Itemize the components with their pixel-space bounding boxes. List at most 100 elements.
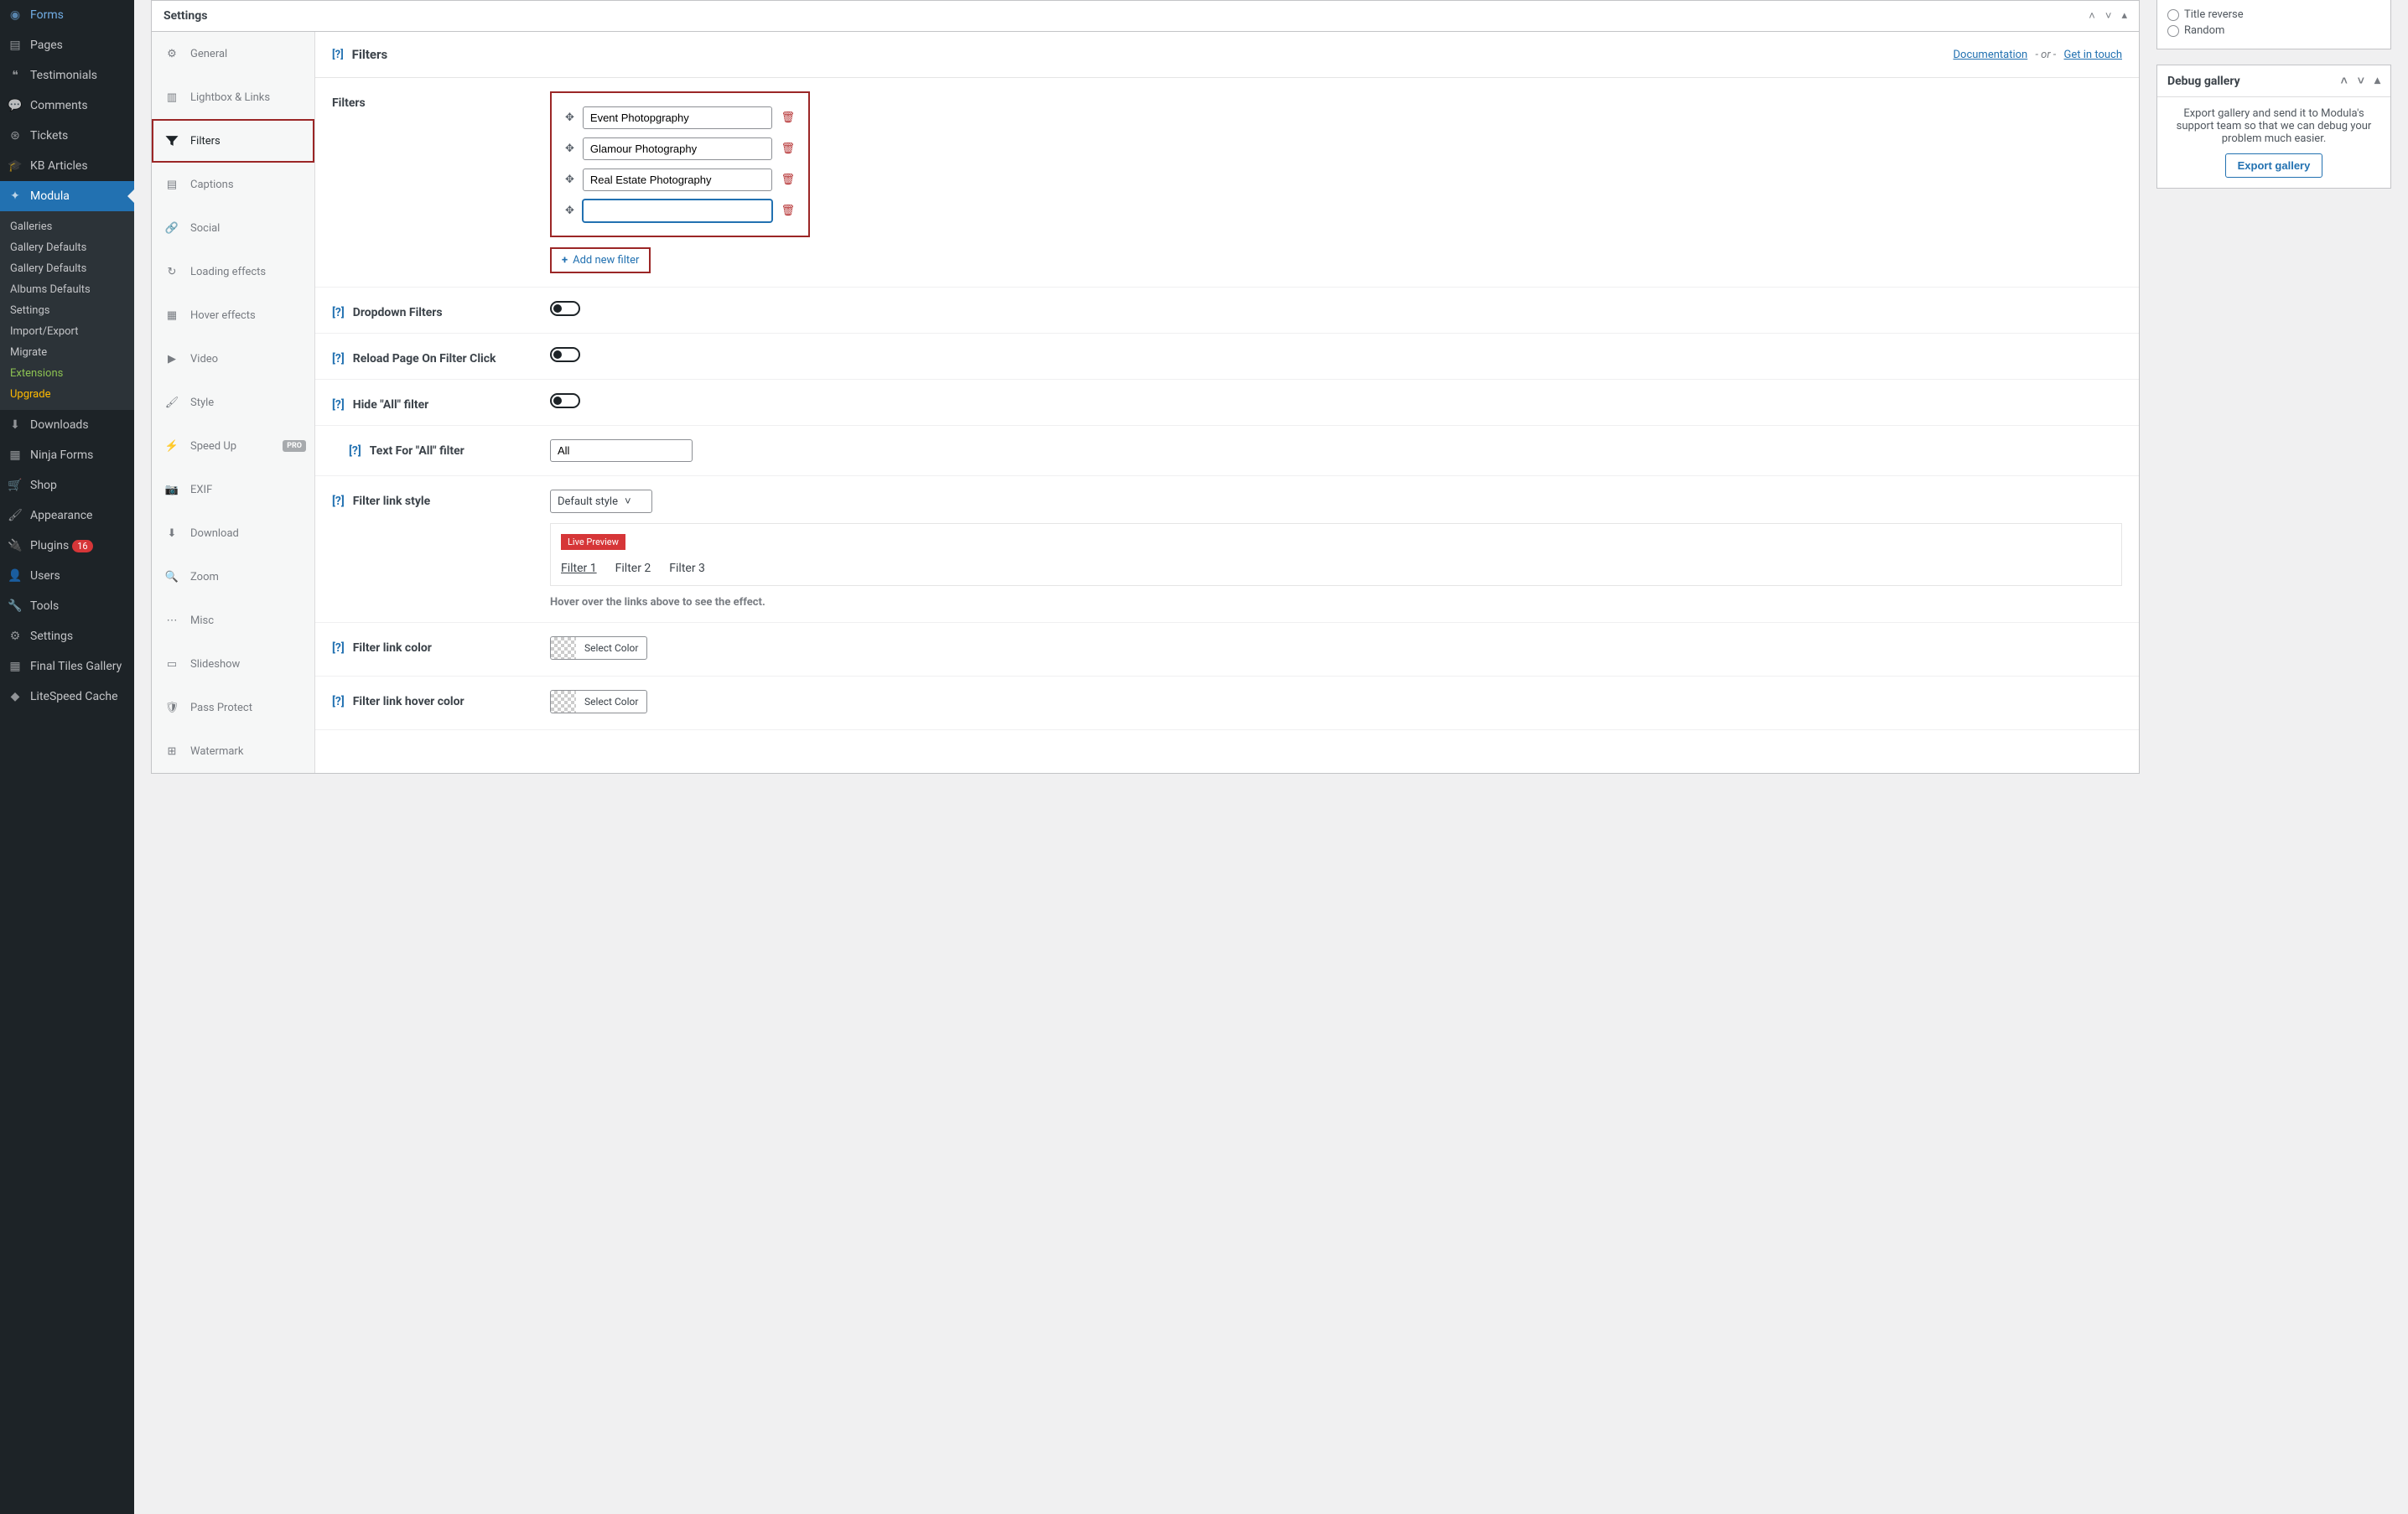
drag-icon[interactable]: ✥ [565,111,574,124]
menu-shop[interactable]: 🛒Shop [0,470,134,500]
tab-zoom[interactable]: 🔍Zoom [152,555,314,599]
collapse-icon[interactable]: ▴ [2374,74,2380,88]
download-icon: ⬇ [7,417,23,433]
link-hover-color-picker[interactable]: Select Color [550,690,647,713]
text-all-label: Text For "All" filter [370,444,464,458]
dropdown-toggle[interactable] [550,301,580,316]
filter-input-4[interactable] [583,200,773,222]
menu-pages[interactable]: ▤Pages [0,30,134,60]
tab-style[interactable]: 🖌Style [152,381,314,424]
tab-misc[interactable]: ⋯Misc [152,599,314,642]
menu-tickets[interactable]: ⊛Tickets [0,121,134,151]
menu-forms[interactable]: ◉Forms [0,0,134,30]
tab-exif[interactable]: 📷EXIF [152,468,314,511]
drag-icon[interactable]: ✥ [565,143,574,155]
hide-all-toggle[interactable] [550,393,580,408]
delete-icon[interactable]: 🗑 [781,111,795,124]
menu-appearance[interactable]: 🖌Appearance [0,500,134,531]
tab-lightbox[interactable]: ▥Lightbox & Links [152,75,314,119]
move-down-icon[interactable]: ˅ [2105,9,2112,23]
filter-input-2[interactable] [583,137,773,160]
tab-slideshow[interactable]: ▭Slideshow [152,642,314,686]
menu-users[interactable]: 👤Users [0,561,134,591]
menu-testimonials[interactable]: ❝Testimonials [0,60,134,91]
preview-filter-1[interactable]: Filter 1 [561,562,597,575]
help-icon[interactable]: [?] [332,398,345,412]
export-gallery-button[interactable]: Export gallery [2225,153,2323,178]
sort-title-reverse[interactable]: Title reverse [2167,7,2380,23]
preview-filter-3[interactable]: Filter 3 [669,562,705,575]
tab-video[interactable]: ▶Video [152,337,314,381]
debug-text: Export gallery and send it to Modula's s… [2167,107,2380,145]
sub-galleries[interactable]: Galleries [0,216,134,237]
help-icon[interactable]: [?] [349,444,361,458]
sub-gallery-defaults-1[interactable]: Gallery Defaults [0,237,134,258]
tab-filters[interactable]: Filters [152,119,314,163]
sub-albums-defaults[interactable]: Albums Defaults [0,279,134,300]
reload-label: Reload Page On Filter Click [353,352,496,366]
menu-settings[interactable]: ⚙Settings [0,621,134,651]
move-up-icon[interactable]: ˄ [2341,74,2348,88]
user-icon: 👤 [7,568,23,584]
sort-box: Title reverse Random [2156,0,2391,49]
tab-loading[interactable]: ↻Loading effects [152,250,314,293]
lightbox-icon: ▥ [163,89,180,106]
preview-filter-2[interactable]: Filter 2 [615,562,651,575]
litespeed-icon: ◆ [7,688,23,705]
help-icon[interactable]: [?] [332,306,345,319]
help-icon[interactable]: [?] [332,495,345,508]
dropdown-label: Dropdown Filters [353,306,443,319]
sub-migrate[interactable]: Migrate [0,342,134,363]
sub-gallery-defaults-2[interactable]: Gallery Defaults [0,258,134,279]
sub-extensions[interactable]: Extensions [0,363,134,384]
tab-protect[interactable]: 🛡Pass Protect [152,686,314,729]
menu-ninja[interactable]: ▦Ninja Forms [0,440,134,470]
delete-icon[interactable]: 🗑 [781,205,795,217]
help-icon[interactable]: [?] [332,695,345,708]
tab-download[interactable]: ⬇Download [152,511,314,555]
tab-speed[interactable]: ⚡Speed UpPRO [152,424,314,468]
tab-social[interactable]: 🔗Social [152,206,314,250]
link-color-picker[interactable]: Select Color [550,636,647,660]
text-all-input[interactable] [550,439,693,462]
drag-icon[interactable]: ✥ [565,205,574,217]
get-in-touch-link[interactable]: Get in touch [2064,49,2122,61]
menu-modula[interactable]: ✦Modula [0,181,134,211]
plugins-badge: 16 [72,540,92,552]
sort-random[interactable]: Random [2167,23,2380,39]
tab-hover[interactable]: ▦Hover effects [152,293,314,337]
watermark-icon: ⊞ [163,743,180,760]
tab-watermark[interactable]: ⊞Watermark [152,729,314,773]
menu-downloads[interactable]: ⬇Downloads [0,410,134,440]
color-swatch [551,691,576,713]
filter-input-3[interactable] [583,169,773,191]
reload-toggle[interactable] [550,347,580,362]
sub-import-export[interactable]: Import/Export [0,321,134,342]
link-style-select[interactable]: Default style˅ [550,490,652,513]
collapse-icon[interactable]: ▴ [2121,9,2127,23]
menu-litespeed[interactable]: ◆LiteSpeed Cache [0,682,134,712]
hide-all-label: Hide "All" filter [353,398,429,412]
help-icon[interactable]: [?] [332,49,344,61]
misc-icon: ⋯ [163,612,180,629]
delete-icon[interactable]: 🗑 [781,174,795,186]
tab-general[interactable]: ⚙General [152,32,314,75]
delete-icon[interactable]: 🗑 [781,143,795,155]
move-down-icon[interactable]: ˅ [2358,74,2364,88]
documentation-link[interactable]: Documentation [1954,49,2028,61]
sub-settings[interactable]: Settings [0,300,134,321]
drag-icon[interactable]: ✥ [565,174,574,186]
sub-upgrade[interactable]: Upgrade [0,384,134,405]
help-icon[interactable]: [?] [332,641,345,655]
tab-captions[interactable]: ▤Captions [152,163,314,206]
menu-tools[interactable]: 🔧Tools [0,591,134,621]
filter-input-1[interactable] [583,106,773,129]
move-up-icon[interactable]: ˄ [2089,9,2095,23]
menu-kb[interactable]: 🎓KB Articles [0,151,134,181]
menu-comments[interactable]: 💬Comments [0,91,134,121]
menu-final-tiles[interactable]: ▦Final Tiles Gallery [0,651,134,682]
shield-icon: 🛡 [163,699,180,716]
help-icon[interactable]: [?] [332,352,345,366]
add-filter-button[interactable]: + Add new filter [550,247,651,273]
menu-plugins[interactable]: 🔌Plugins16 [0,531,134,561]
